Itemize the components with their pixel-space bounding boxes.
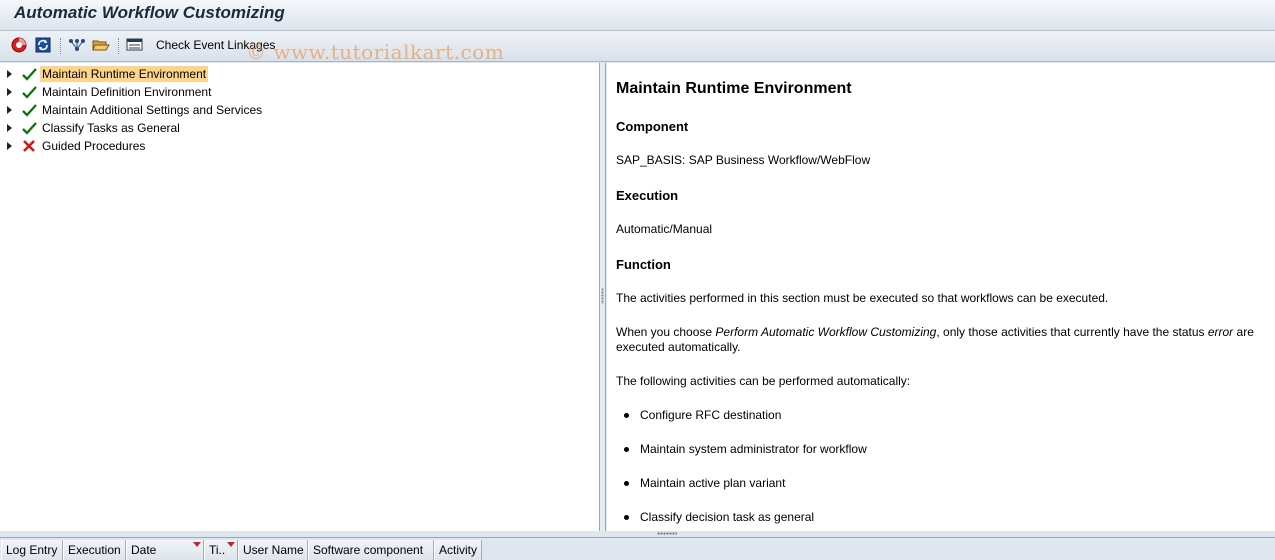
expand-arrow-icon[interactable] <box>7 142 12 150</box>
function-paragraph-2: When you choose Perform Automatic Workfl… <box>616 325 1254 354</box>
toolbar-separator <box>118 38 119 54</box>
check-event-linkages-button[interactable]: Check Event Linkages <box>156 38 275 52</box>
execution-heading: Execution <box>616 188 679 203</box>
event-linkage-icon[interactable] <box>126 36 144 54</box>
expand-arrow-icon[interactable] <box>7 106 12 114</box>
bullet-item: Maintain system administrator for workfl… <box>624 442 867 456</box>
component-value: SAP_BASIS: SAP Business Workflow/WebFlow <box>616 153 871 167</box>
tree-item-label: Maintain Definition Environment <box>42 85 212 99</box>
tree-item-maintain-definition-environment[interactable]: Maintain Definition Environment <box>0 83 600 101</box>
red-x-icon <box>23 140 35 152</box>
function-heading: Function <box>616 257 671 272</box>
tree-item-label: Classify Tasks as General <box>42 121 180 135</box>
tree-item-maintain-runtime-environment[interactable]: Maintain Runtime Environment <box>0 65 600 83</box>
toolbar-separator <box>60 38 61 54</box>
function-paragraph-1: The activities performed in this section… <box>616 291 1109 305</box>
column-execution[interactable]: Execution <box>63 540 126 560</box>
horizontal-resize-handle[interactable] <box>657 532 677 535</box>
open-folder-icon[interactable] <box>92 36 110 54</box>
application-toolbar: Check Event Linkages <box>0 31 1275 62</box>
component-heading: Component <box>616 119 689 134</box>
expand-arrow-icon[interactable] <box>7 88 12 96</box>
green-check-icon <box>22 122 37 135</box>
log-column-header: Log Entry Execution Date Ti.. User Name … <box>0 537 1275 560</box>
window-title: Automatic Workflow Customizing <box>14 3 285 22</box>
green-check-icon <box>22 86 37 99</box>
tree-item-label: Maintain Additional Settings and Service… <box>42 103 263 117</box>
tree-item-label: Maintain Runtime Environment <box>40 66 209 82</box>
column-time[interactable]: Ti.. <box>204 540 238 560</box>
column-log-entry[interactable]: Log Entry <box>1 540 63 560</box>
tree-item-classify-tasks-as-general[interactable]: Classify Tasks as General <box>0 119 600 137</box>
pane-splitter[interactable] <box>600 63 606 531</box>
activity-tree: Maintain Runtime Environment Maintain De… <box>0 63 600 531</box>
column-user-name[interactable]: User Name <box>238 540 308 560</box>
refresh-icon[interactable] <box>34 36 52 54</box>
sort-indicator-icon <box>227 542 235 547</box>
doc-title: Maintain Runtime Environment <box>616 80 852 97</box>
green-check-icon <box>22 104 37 117</box>
expand-arrow-icon[interactable] <box>7 70 12 78</box>
tree-item-guided-procedures[interactable]: Guided Procedures <box>0 137 600 155</box>
tree-item-label: Guided Procedures <box>42 139 146 153</box>
bullet-item: Configure RFC destination <box>623 408 782 422</box>
bullet-item: Classify decision task as general <box>623 510 815 524</box>
function-paragraph-3: The following activities can be performe… <box>616 374 911 388</box>
sort-indicator-icon <box>193 542 201 547</box>
tree-item-maintain-additional-settings[interactable]: Maintain Additional Settings and Service… <box>0 101 600 119</box>
column-software-component[interactable]: Software component <box>308 540 434 560</box>
execution-value: Automatic/Manual <box>616 222 713 236</box>
documentation-pane: Maintain Runtime Environment Component S… <box>607 63 1275 531</box>
splitter-grip[interactable] <box>601 288 604 304</box>
column-date[interactable]: Date <box>126 540 204 560</box>
structure-icon[interactable] <box>68 36 86 54</box>
bullet-item: Maintain active plan variant <box>623 476 786 490</box>
green-check-icon <box>22 68 37 81</box>
execute-icon[interactable] <box>10 36 28 54</box>
title-bar: Automatic Workflow Customizing <box>0 0 1275 31</box>
column-activity[interactable]: Activity <box>434 540 482 560</box>
expand-arrow-icon[interactable] <box>7 124 12 132</box>
